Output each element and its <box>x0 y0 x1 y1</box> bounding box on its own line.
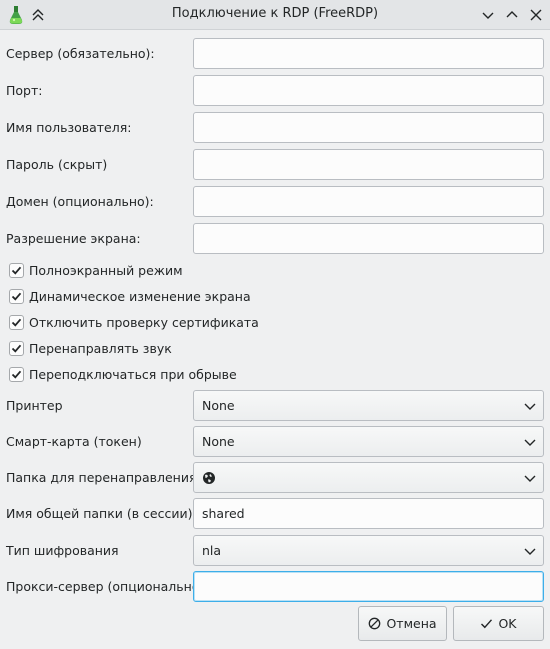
password-label: Пароль (скрыт) <box>6 157 108 172</box>
checkbox-label: Полноэкранный режим <box>29 263 183 278</box>
chevron-down-icon <box>524 403 536 410</box>
port-label: Порт: <box>6 83 43 98</box>
chevron-down-icon[interactable] <box>480 7 496 23</box>
password-field[interactable] <box>193 149 544 180</box>
chevron-up-icon[interactable] <box>504 7 520 23</box>
checkbox-box[interactable] <box>9 367 24 382</box>
title-bar[interactable]: Подключение к RDP (FreeRDP) <box>0 0 550 30</box>
close-icon[interactable] <box>528 7 544 23</box>
checkmark-icon <box>11 292 22 301</box>
checkbox-box[interactable] <box>9 315 24 330</box>
smartcard-select[interactable]: None <box>193 426 544 457</box>
resolution-field[interactable] <box>193 223 544 254</box>
username-label: Имя пользователя: <box>6 120 132 135</box>
encryption-value: nla <box>202 543 222 558</box>
cancel-icon <box>369 617 381 630</box>
window-title: Подключение к RDP (FreeRDP) <box>171 6 379 21</box>
checkmark-icon <box>11 266 22 275</box>
checkmark-icon <box>11 344 22 353</box>
checkbox-box[interactable] <box>9 289 24 304</box>
port-field[interactable] <box>193 75 544 106</box>
printer-value: None <box>202 398 235 413</box>
checkbox-box[interactable] <box>9 341 24 356</box>
chevron-down-icon <box>524 439 536 446</box>
share-name-field[interactable]: shared <box>193 498 544 529</box>
proxy-field[interactable] <box>193 571 544 602</box>
checkbox-label: Перенаправлять звук <box>29 341 172 356</box>
checkmark-icon <box>11 318 22 327</box>
server-label: Сервер (обязательно): <box>6 46 155 61</box>
checkbox-label: Переподключаться при обрыве <box>29 367 237 382</box>
username-field[interactable] <box>193 112 544 143</box>
printer-select[interactable]: None <box>193 390 544 421</box>
encryption-label: Тип шифрования <box>6 543 119 558</box>
encryption-select[interactable]: nla <box>193 535 544 566</box>
checkbox-box[interactable] <box>9 263 24 278</box>
ok-button-label: OK <box>498 616 517 631</box>
server-field[interactable] <box>193 38 544 69</box>
share-name-label: Имя общей папки (в сессии): <box>6 506 197 521</box>
globe-icon <box>203 472 215 484</box>
printer-label: Принтер <box>6 398 63 413</box>
share-name-value: shared <box>202 506 245 521</box>
domain-field[interactable] <box>193 186 544 217</box>
chevron-down-icon <box>524 475 536 482</box>
smartcard-value: None <box>202 434 235 449</box>
redirect-folder-select[interactable] <box>193 462 544 493</box>
checkbox-label: Динамическое изменение экрана <box>29 289 251 304</box>
smartcard-label: Смарт-карта (токен) <box>6 434 142 449</box>
proxy-label: Прокси-сервер (опционально): <box>6 579 209 594</box>
ok-button[interactable]: OK <box>453 606 544 641</box>
chevron-down-icon <box>524 548 536 555</box>
checkmark-icon <box>481 619 493 629</box>
checkbox-label: Отключить проверку сертификата <box>29 315 259 330</box>
redirect-folder-label: Папка для перенаправления <box>6 470 197 485</box>
cancel-button[interactable]: Отмена <box>358 606 447 641</box>
cancel-button-label: Отмена <box>386 616 437 631</box>
domain-label: Домен (опционально): <box>6 194 154 209</box>
checkmark-icon <box>11 370 22 379</box>
resolution-label: Разрешение экрана: <box>6 231 141 246</box>
